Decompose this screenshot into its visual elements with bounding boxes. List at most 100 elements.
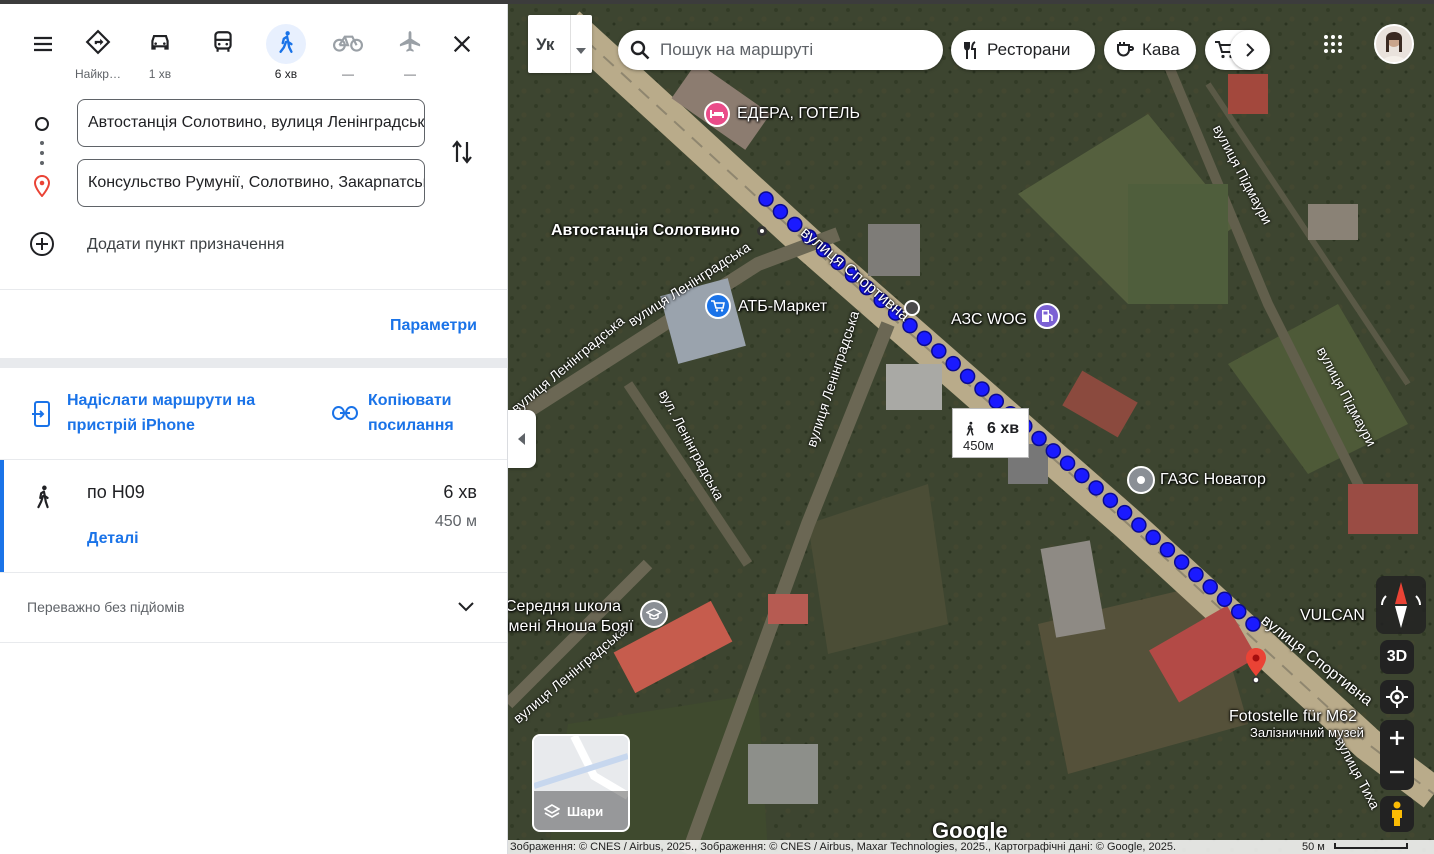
bus-station-dot[interactable] bbox=[757, 226, 767, 236]
mode-flight[interactable]: — bbox=[382, 20, 438, 84]
travel-mode-bar: Найкр… 1 хв 6 хв — — bbox=[0, 20, 507, 84]
route-dot bbox=[787, 216, 803, 233]
poi-label[interactable]: ГАЗС Новатор bbox=[1160, 471, 1266, 489]
poi-label[interactable]: Середня школа bbox=[508, 598, 621, 616]
mode-car[interactable]: 1 хв bbox=[132, 20, 188, 84]
bus-icon bbox=[210, 29, 236, 60]
mode-bike[interactable]: — bbox=[320, 20, 376, 84]
divider bbox=[0, 572, 507, 573]
route-dot bbox=[1045, 443, 1062, 459]
menu-icon[interactable] bbox=[27, 28, 59, 60]
poi-label[interactable]: VULCAN bbox=[1300, 607, 1365, 625]
map-canvas[interactable]: вулиця Спортивна вулиця Спортивна вулиця… bbox=[508, 4, 1434, 854]
shopping-cart-icon[interactable] bbox=[705, 293, 731, 319]
my-location-button[interactable] bbox=[1380, 680, 1414, 714]
send-to-iphone-link[interactable]: Надіслати маршрути на пристрій iPhone bbox=[67, 388, 255, 438]
link-icon[interactable] bbox=[331, 402, 359, 424]
route-details-link[interactable]: Деталі bbox=[87, 530, 139, 548]
poi-label[interactable]: АЗС WOG bbox=[951, 311, 1027, 329]
chevron-down-icon[interactable] bbox=[455, 597, 477, 617]
origin-input[interactable]: Автостанція Солотвино, вулиця Ленінградс… bbox=[77, 99, 425, 147]
copy-line-1: Копіювати bbox=[368, 392, 452, 409]
bus-stop-icon[interactable] bbox=[904, 300, 920, 316]
close-icon[interactable] bbox=[446, 28, 478, 60]
chevron-left-icon bbox=[518, 433, 526, 445]
compass-control[interactable] bbox=[1376, 576, 1426, 634]
chip-coffee[interactable]: Кава bbox=[1104, 30, 1196, 70]
mode-transit[interactable] bbox=[195, 20, 251, 84]
coffee-icon bbox=[1116, 42, 1134, 58]
avatar[interactable] bbox=[1374, 24, 1414, 64]
destination-input[interactable]: Консульство Румунії, Солотвино, Закарпат… bbox=[77, 159, 425, 207]
route-dot bbox=[974, 381, 990, 397]
route-dot bbox=[1145, 529, 1161, 546]
chip-restaurants[interactable]: Ресторани bbox=[951, 30, 1095, 70]
layers-button[interactable]: Шари bbox=[532, 734, 630, 832]
route-search-box[interactable] bbox=[618, 30, 943, 70]
route-option[interactable]: по H09 Деталі 6 хв 450 м bbox=[0, 460, 507, 572]
search-icon bbox=[630, 40, 650, 60]
street-view-pegman[interactable] bbox=[1380, 796, 1414, 832]
zoom-control bbox=[1380, 720, 1414, 790]
location-marker-icon[interactable] bbox=[1127, 466, 1155, 494]
route-time: 6 хв bbox=[443, 482, 477, 502]
route-time: 6 хв bbox=[987, 420, 1020, 437]
route-info-callout[interactable]: 6 хв 450м bbox=[952, 408, 1029, 458]
mode-flight-label: — bbox=[404, 67, 416, 81]
route-dot bbox=[1116, 504, 1133, 521]
section-divider bbox=[0, 358, 507, 368]
copy-link[interactable]: Копіювати посилання bbox=[368, 388, 454, 438]
route-dot bbox=[1031, 430, 1047, 447]
route-dot bbox=[1088, 480, 1104, 496]
swap-icon[interactable] bbox=[446, 134, 478, 170]
divider bbox=[0, 289, 507, 290]
poi-label[interactable]: ЕДЕРА, ГОТЕЛЬ bbox=[737, 105, 860, 123]
chevron-right-icon bbox=[1245, 43, 1255, 57]
walk-icon bbox=[273, 29, 299, 60]
destination-pin-icon[interactable] bbox=[1244, 647, 1268, 684]
options-link[interactable]: Параметри bbox=[390, 317, 477, 335]
add-destination-label[interactable]: Додати пункт призначення bbox=[87, 236, 284, 254]
send-to-phone-icon[interactable] bbox=[30, 400, 54, 428]
chips-next-button[interactable] bbox=[1230, 30, 1270, 70]
walk-icon bbox=[30, 482, 56, 512]
mode-walk[interactable]: 6 хв bbox=[258, 20, 314, 84]
avoid-hills-text: Переважно без підйомів bbox=[27, 599, 185, 615]
poi-label[interactable]: Автостанція Солотвино bbox=[551, 222, 740, 240]
mode-best[interactable]: Найкр… bbox=[70, 20, 126, 84]
route-dot bbox=[772, 203, 789, 220]
route-dot bbox=[1102, 492, 1119, 509]
layers-icon bbox=[544, 804, 560, 820]
plus-icon bbox=[1389, 730, 1405, 746]
hotel-icon[interactable] bbox=[704, 101, 730, 127]
route-search-input[interactable] bbox=[658, 39, 932, 61]
poi-label[interactable]: Fotostelle für M62 bbox=[1229, 708, 1357, 726]
poi-label[interactable]: АТБ-Маркет bbox=[738, 298, 827, 316]
apps-grid-icon[interactable] bbox=[1323, 34, 1345, 56]
gas-station-icon[interactable] bbox=[1034, 303, 1060, 329]
route-dot bbox=[1188, 566, 1204, 583]
zoom-in-button[interactable] bbox=[1389, 721, 1405, 755]
poi-label[interactable]: Залізничний музей bbox=[1250, 725, 1364, 740]
language-toggle[interactable]: Ук bbox=[528, 15, 592, 73]
route-dot bbox=[1216, 591, 1233, 608]
school-icon[interactable] bbox=[640, 600, 668, 628]
add-destination-icon[interactable] bbox=[28, 230, 56, 258]
mode-best-label: Найкр… bbox=[75, 67, 121, 81]
scale-label[interactable]: 50 м bbox=[1302, 840, 1325, 854]
destination-pin-icon bbox=[31, 174, 53, 198]
route-dots-icon bbox=[36, 140, 48, 166]
3d-button[interactable]: 3D bbox=[1380, 640, 1414, 674]
bike-icon bbox=[333, 29, 363, 60]
poi-label[interactable]: імені Яноша Бояї bbox=[508, 618, 633, 636]
scale-bar bbox=[1334, 843, 1408, 849]
car-icon bbox=[147, 29, 173, 60]
route-dot bbox=[1131, 517, 1147, 533]
zoom-out-button[interactable] bbox=[1389, 755, 1405, 789]
collapse-panel-button[interactable] bbox=[508, 410, 536, 468]
route-dot bbox=[945, 355, 961, 372]
chevron-down-icon bbox=[576, 41, 586, 59]
restaurant-icon bbox=[963, 41, 979, 59]
mode-bike-label: — bbox=[342, 67, 354, 81]
directions-panel: Найкр… 1 хв 6 хв — — Автостанція Солотви… bbox=[0, 4, 508, 854]
